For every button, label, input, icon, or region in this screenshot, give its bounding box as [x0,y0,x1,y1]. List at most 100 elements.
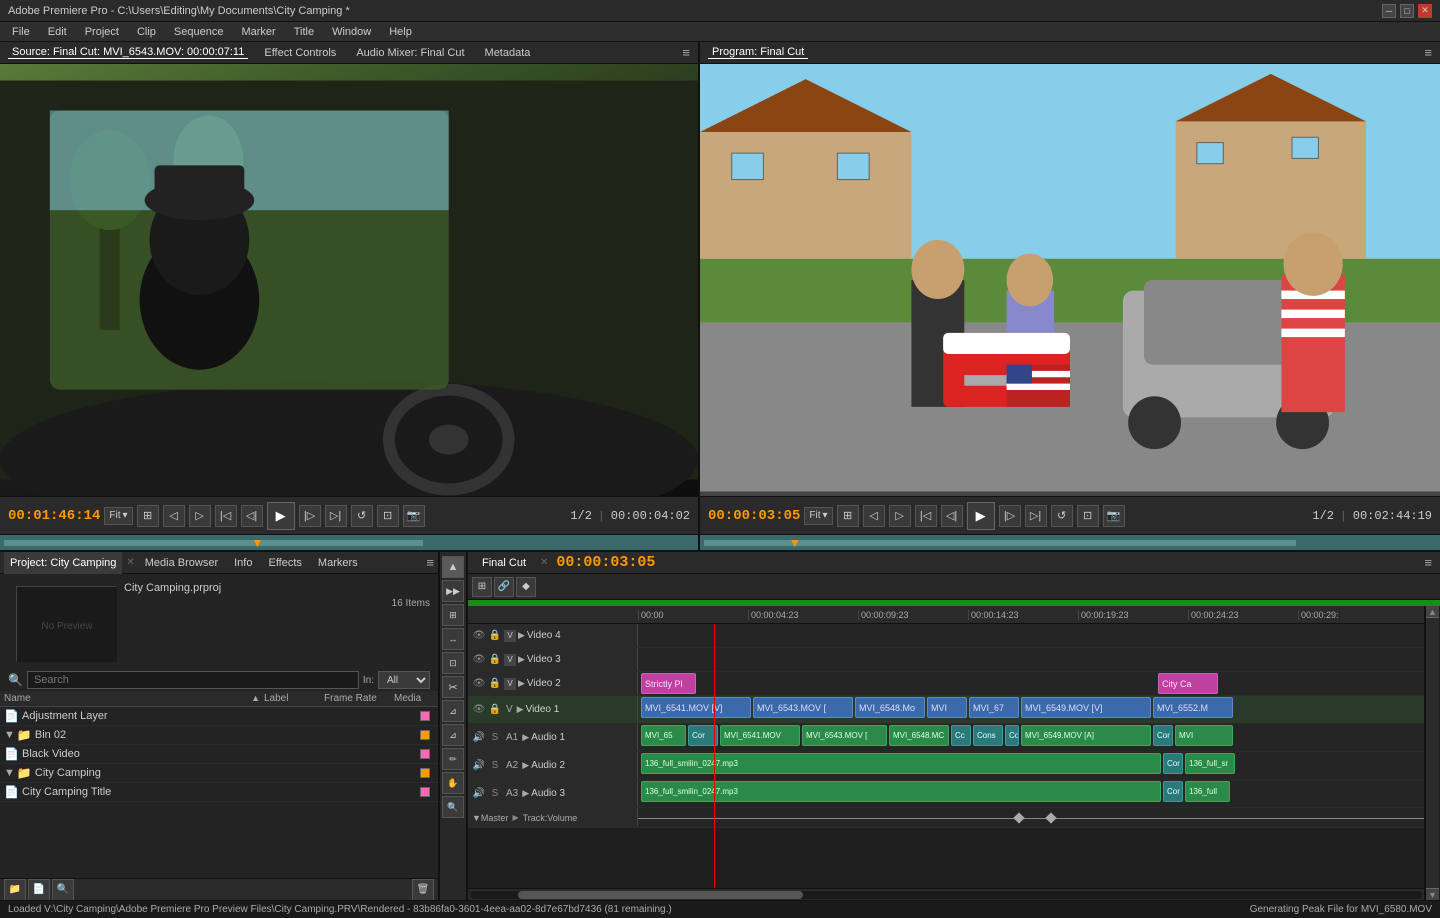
clip-mvi6543a[interactable]: MVI_6543.MOV [ [802,725,887,746]
right-scroll[interactable]: ▲ ▼ [1424,606,1440,900]
program-fit-dropdown[interactable]: Fit ▾ [804,507,832,525]
effect-controls-tab[interactable]: Effect Controls [260,47,340,59]
timeline-tab-close[interactable]: ✕ [540,557,548,568]
hand-tool[interactable]: ✋ [442,772,464,794]
track-expand-video1[interactable]: ▶ [517,704,524,715]
program-cam[interactable]: 📷 [1103,505,1125,527]
track-visibility-video3[interactable]: 👁 [472,653,486,667]
track-visibility-video2[interactable]: 👁 [472,677,486,691]
track-visibility-video4[interactable]: 👁 [472,629,486,643]
clip-136-1[interactable]: 136_full_smilin_0247.mp3 [641,753,1161,774]
clip-mvi67[interactable]: MVI_67 [969,697,1019,718]
source-tab[interactable]: Source: Final Cut: MVI_6543.MOV: 00:00:0… [8,46,248,59]
list-item[interactable]: 📄 Adjustment Layer [0,707,438,726]
volume-keyframe[interactable] [1014,812,1025,823]
track-lock-video4[interactable]: 🔒 [488,629,502,643]
project-tab-effects[interactable]: Effects [262,552,307,574]
clip-cons[interactable]: Cons [973,725,1003,746]
source-grid-button[interactable]: ⊞ [137,505,159,527]
menu-project[interactable]: Project [77,22,127,42]
menu-sequence[interactable]: Sequence [166,22,232,42]
track-solo-audio2[interactable]: S [488,759,502,773]
select-tool[interactable]: ▲ [442,556,464,578]
program-loop[interactable]: ↺ [1051,505,1073,527]
source-fit-dropdown[interactable]: Fit ▾ [104,507,132,525]
track-select-tool[interactable]: ▶▶ [442,580,464,602]
program-tab[interactable]: Program: Final Cut [708,46,808,59]
track-lock-video2[interactable]: 🔒 [488,677,502,691]
clip-mvi6552[interactable]: MVI_6552.M [1153,697,1233,718]
clip-mvi6548a[interactable]: MVI_6548.MC [889,725,949,746]
expand-icon[interactable]: ▼ [4,729,15,741]
menu-edit[interactable]: Edit [40,22,75,42]
expand-icon[interactable]: ▼ [4,767,15,779]
clip-mvi-end[interactable]: MVI [1175,725,1233,746]
clip-mvi65a[interactable]: MVI_65 [641,725,686,746]
volume-keyframe[interactable] [1045,812,1056,823]
clip-strictly[interactable]: Strictly Pl [641,673,696,694]
clip-cityca[interactable]: City Ca [1158,673,1218,694]
track-mute-audio1[interactable]: 🔊 [472,731,486,745]
razor-tool[interactable]: ✂ [442,676,464,698]
timeline-panel-menu-icon[interactable]: ≡ [1424,555,1432,570]
menu-file[interactable]: File [4,22,38,42]
rolling-edit-tool[interactable]: ↔ [442,628,464,650]
project-panel-menu-icon[interactable]: ≡ [426,555,434,570]
track-mute-audio2[interactable]: 🔊 [472,759,486,773]
source-play-button[interactable]: ▶ [267,502,295,530]
pen-tool[interactable]: ✏ [442,748,464,770]
slide-tool[interactable]: ⊿ [442,724,464,746]
menu-help[interactable]: Help [381,22,420,42]
program-mark-out[interactable]: ▷ [889,505,911,527]
clip-mvi6549a[interactable]: MVI_6549.MOV [A] [1021,725,1151,746]
clip-136-sr[interactable]: 136_full_sr [1185,753,1235,774]
tl-linked-button[interactable]: 🔗 [494,577,514,597]
minimize-button[interactable]: ─ [1382,4,1396,18]
project-tab-main[interactable]: Project: City Camping [4,552,122,574]
source-loop[interactable]: ↺ [351,505,373,527]
search-input[interactable] [27,671,359,689]
clip-136-2[interactable]: 136_full_smilin_0247.mp3 [641,781,1161,802]
ripple-edit-tool[interactable]: ⊞ [442,604,464,626]
program-play-button[interactable]: ▶ [967,502,995,530]
list-item[interactable]: ▼ 📁 Bin 02 [0,726,438,745]
track-expand-audio3[interactable]: ▶ [522,788,529,799]
source-step-back[interactable]: ◁| [241,505,263,527]
master-arrow[interactable]: ▶ [512,813,518,822]
new-bin-button[interactable]: 📁 [4,879,26,901]
track-visibility-video1[interactable]: 👁 [472,703,486,717]
track-expand-audio2[interactable]: ▶ [522,760,529,771]
track-content-video1[interactable]: MVI_6541.MOV [V] MVI_6543.MOV [ MVI_6548… [638,696,1424,723]
program-safe[interactable]: ⊡ [1077,505,1099,527]
program-grid-button[interactable]: ⊞ [837,505,859,527]
find-button[interactable]: 🔍 [52,879,74,901]
clip-cor3[interactable]: Cor [1153,725,1173,746]
clip-mvi6541a[interactable]: MVI_6541.MOV [720,725,800,746]
program-timebar[interactable]: ▼ [700,534,1440,550]
audio-mixer-tab[interactable]: Audio Mixer: Final Cut [352,47,468,59]
source-step-fwd[interactable]: |▷ [299,505,321,527]
track-content-video2[interactable]: Strictly Pl City Ca [638,672,1424,695]
track-expand-video3[interactable]: ▶ [518,654,525,665]
source-goto-out[interactable]: ▷| [325,505,347,527]
list-item[interactable]: ▼ 📁 City Camping [0,764,438,783]
project-tab-close[interactable]: ✕ [126,557,134,568]
clip-mvi6541v[interactable]: MVI_6541.MOV [V] [641,697,751,718]
scroll-down-button[interactable]: ▼ [1426,888,1439,900]
in-dropdown[interactable]: All [378,671,430,689]
track-content-audio2[interactable]: 136_full_smilin_0247.mp3 Cor 136_full_sr [638,752,1424,779]
track-content-audio3[interactable]: 136_full_smilin_0247.mp3 Cor 136_full [638,780,1424,807]
timeline-tab[interactable]: Final Cut [476,557,532,569]
rate-stretch-tool[interactable]: ⊡ [442,652,464,674]
clip-mvi6543v[interactable]: MVI_6543.MOV [ [753,697,853,718]
source-goto-in[interactable]: |◁ [215,505,237,527]
slip-tool[interactable]: ⊿ [442,700,464,722]
delete-button[interactable]: 🗑 [412,879,434,901]
program-goto-out[interactable]: ▷| [1025,505,1047,527]
scroll-up-button[interactable]: ▲ [1426,606,1439,618]
clip-136-full[interactable]: 136_full [1185,781,1230,802]
track-content-audio1[interactable]: MVI_65 Cor MVI_6541.MOV MVI_6543.MOV [ M… [638,724,1424,751]
track-solo-audio1[interactable]: S [488,731,502,745]
tl-add-marker[interactable]: ◆ [516,577,536,597]
program-mark-in[interactable]: ◁ [863,505,885,527]
